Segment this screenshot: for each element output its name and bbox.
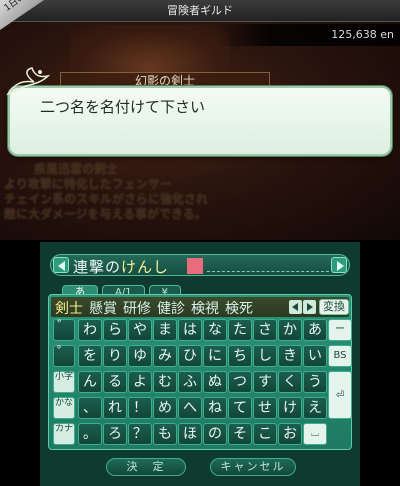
- right-arrow-icon: [307, 303, 313, 311]
- name-entry-field[interactable]: 連撃のけんし: [50, 254, 350, 276]
- name-text: 連撃のけんし: [73, 256, 169, 277]
- key-2-4[interactable]: ゆ: [128, 345, 152, 367]
- key-2-3[interactable]: り: [103, 345, 127, 367]
- key-2-9[interactable]: し: [253, 345, 277, 367]
- candidate-prev-button[interactable]: [289, 300, 302, 314]
- description-line: より攻撃に特化したフェンサー: [4, 177, 172, 191]
- key-5-9[interactable]: こ: [253, 423, 277, 445]
- gold-display: 125,638 en: [216, 24, 400, 46]
- key-5-11[interactable]: ⌴: [303, 423, 327, 445]
- cursor-right-button[interactable]: [331, 257, 347, 273]
- key-1-9[interactable]: さ: [253, 319, 277, 341]
- key-5-3[interactable]: ろ: [103, 423, 127, 445]
- cursor-left-button[interactable]: [53, 257, 69, 273]
- key-2-10[interactable]: き: [278, 345, 302, 367]
- key-3-9[interactable]: す: [253, 371, 277, 393]
- key-4-11[interactable]: え: [303, 397, 327, 419]
- key-3-6[interactable]: ふ: [178, 371, 202, 393]
- candidate-row: 剣士 懸賞 研修 健診 検視 検死 変換: [51, 297, 349, 317]
- key-4-7[interactable]: ね: [203, 397, 227, 419]
- key-3-5[interactable]: む: [153, 371, 177, 393]
- key-5-10[interactable]: お: [278, 423, 302, 445]
- dialog-box: 二つ名を名付けて下さい: [8, 86, 392, 156]
- key-3-7[interactable]: ぬ: [203, 371, 227, 393]
- candidate-next-button[interactable]: [303, 300, 316, 314]
- key-2-6[interactable]: ひ: [178, 345, 202, 367]
- top-screen: 冒険者ギルド 1日の夕 125,638 en 幻影の剣士 二つ名を名付けて下さい…: [0, 0, 400, 240]
- description-line: 疾風迅雷の剣士: [34, 162, 119, 176]
- key-3-2[interactable]: ん: [78, 371, 102, 393]
- cancel-button[interactable]: キャンセル: [210, 458, 296, 476]
- key-1-6[interactable]: は: [178, 319, 202, 341]
- key-3-10[interactable]: く: [278, 371, 302, 393]
- key-1-10[interactable]: か: [278, 319, 302, 341]
- key-2-7[interactable]: に: [203, 345, 227, 367]
- key-4-5[interactable]: め: [153, 397, 177, 419]
- key-1-11[interactable]: あ: [303, 319, 327, 341]
- location-header: 冒険者ギルド: [0, 0, 400, 22]
- candidate-item[interactable]: 健診: [157, 298, 185, 318]
- key-5-8[interactable]: そ: [228, 423, 252, 445]
- key-5-4[interactable]: ？: [128, 423, 152, 445]
- keyboard-panel: 剣士 懸賞 研修 健診 検視 検死 変換 ゛わらやまはなたさかあー゜をりゆみひに…: [48, 294, 352, 450]
- description-line: チェイン系のスキルがさらに強化され: [4, 192, 209, 206]
- candidate-item[interactable]: 研修: [123, 298, 151, 318]
- key-2-2[interactable]: を: [78, 345, 102, 367]
- key-3-8[interactable]: つ: [228, 371, 252, 393]
- candidate-item[interactable]: 剣士: [55, 298, 83, 318]
- key-1-4[interactable]: や: [128, 319, 152, 341]
- skill-description: 疾風迅雷の剣士 より攻撃に特化したフェンサー チェイン系のスキルがさらに強化され…: [0, 162, 260, 240]
- key-5-7[interactable]: の: [203, 423, 227, 445]
- left-arrow-icon: [292, 303, 298, 311]
- key-4-8[interactable]: て: [228, 397, 252, 419]
- key-4-4[interactable]: ！: [128, 397, 152, 419]
- key-1-8[interactable]: た: [228, 319, 252, 341]
- text-cursor: [187, 258, 203, 274]
- left-arrow-icon: [58, 261, 65, 271]
- key-2-12[interactable]: BS: [328, 345, 352, 367]
- name-prefix: 連撃の: [73, 258, 122, 276]
- key-5-6[interactable]: ほ: [178, 423, 202, 445]
- key-5-2[interactable]: 。: [78, 423, 102, 445]
- key-4-6[interactable]: へ: [178, 397, 202, 419]
- key-1-3[interactable]: ら: [103, 319, 127, 341]
- dialog-prompt: 二つ名を名付けて下さい: [40, 98, 206, 116]
- key-2-11[interactable]: い: [303, 345, 327, 367]
- key-3-11[interactable]: う: [303, 371, 327, 393]
- candidate-item[interactable]: 懸賞: [89, 298, 117, 318]
- action-buttons: 決 定 キャンセル: [40, 458, 360, 478]
- name-slots: [207, 271, 329, 273]
- key-5-5[interactable]: も: [153, 423, 177, 445]
- keyboard-tabs: あ A/1 ¥: [62, 280, 185, 299]
- key-4-3[interactable]: れ: [103, 397, 127, 419]
- bottom-screen: 連撃のけんし あ A/1 ¥ 剣士 懸賞 研修 健診 検視 検死 変換 ゛わらやまは…: [40, 242, 360, 486]
- key-4-10[interactable]: け: [278, 397, 302, 419]
- key-1-12[interactable]: ー: [328, 319, 352, 341]
- candidate-item[interactable]: 検死: [225, 298, 255, 318]
- confirm-button[interactable]: 決 定: [106, 458, 186, 476]
- key-4-2[interactable]: 、: [78, 397, 102, 419]
- key-3-1[interactable]: 小字: [53, 371, 75, 393]
- key-2-8[interactable]: ち: [228, 345, 252, 367]
- key-2-5[interactable]: み: [153, 345, 177, 367]
- key-3-3[interactable]: る: [103, 371, 127, 393]
- key-4-1[interactable]: かな: [53, 397, 75, 419]
- key-2-1[interactable]: ゜: [53, 345, 75, 367]
- key-1-7[interactable]: な: [203, 319, 227, 341]
- key-1-2[interactable]: わ: [78, 319, 102, 341]
- key-3-12[interactable]: ⏎: [328, 371, 352, 419]
- convert-button[interactable]: 変換: [319, 299, 349, 315]
- name-typed: けんし: [121, 258, 170, 276]
- key-4-9[interactable]: せ: [253, 397, 277, 419]
- candidate-item[interactable]: 検視: [191, 298, 219, 318]
- description-line: 敵に大ダメージを与える事ができる。: [4, 207, 207, 221]
- right-arrow-icon: [337, 261, 344, 271]
- key-1-5[interactable]: ま: [153, 319, 177, 341]
- leaf-ornament-icon: [6, 67, 51, 96]
- key-5-1[interactable]: カナ: [53, 423, 75, 445]
- key-1-1[interactable]: ゛: [53, 319, 75, 341]
- key-3-4[interactable]: よ: [128, 371, 152, 393]
